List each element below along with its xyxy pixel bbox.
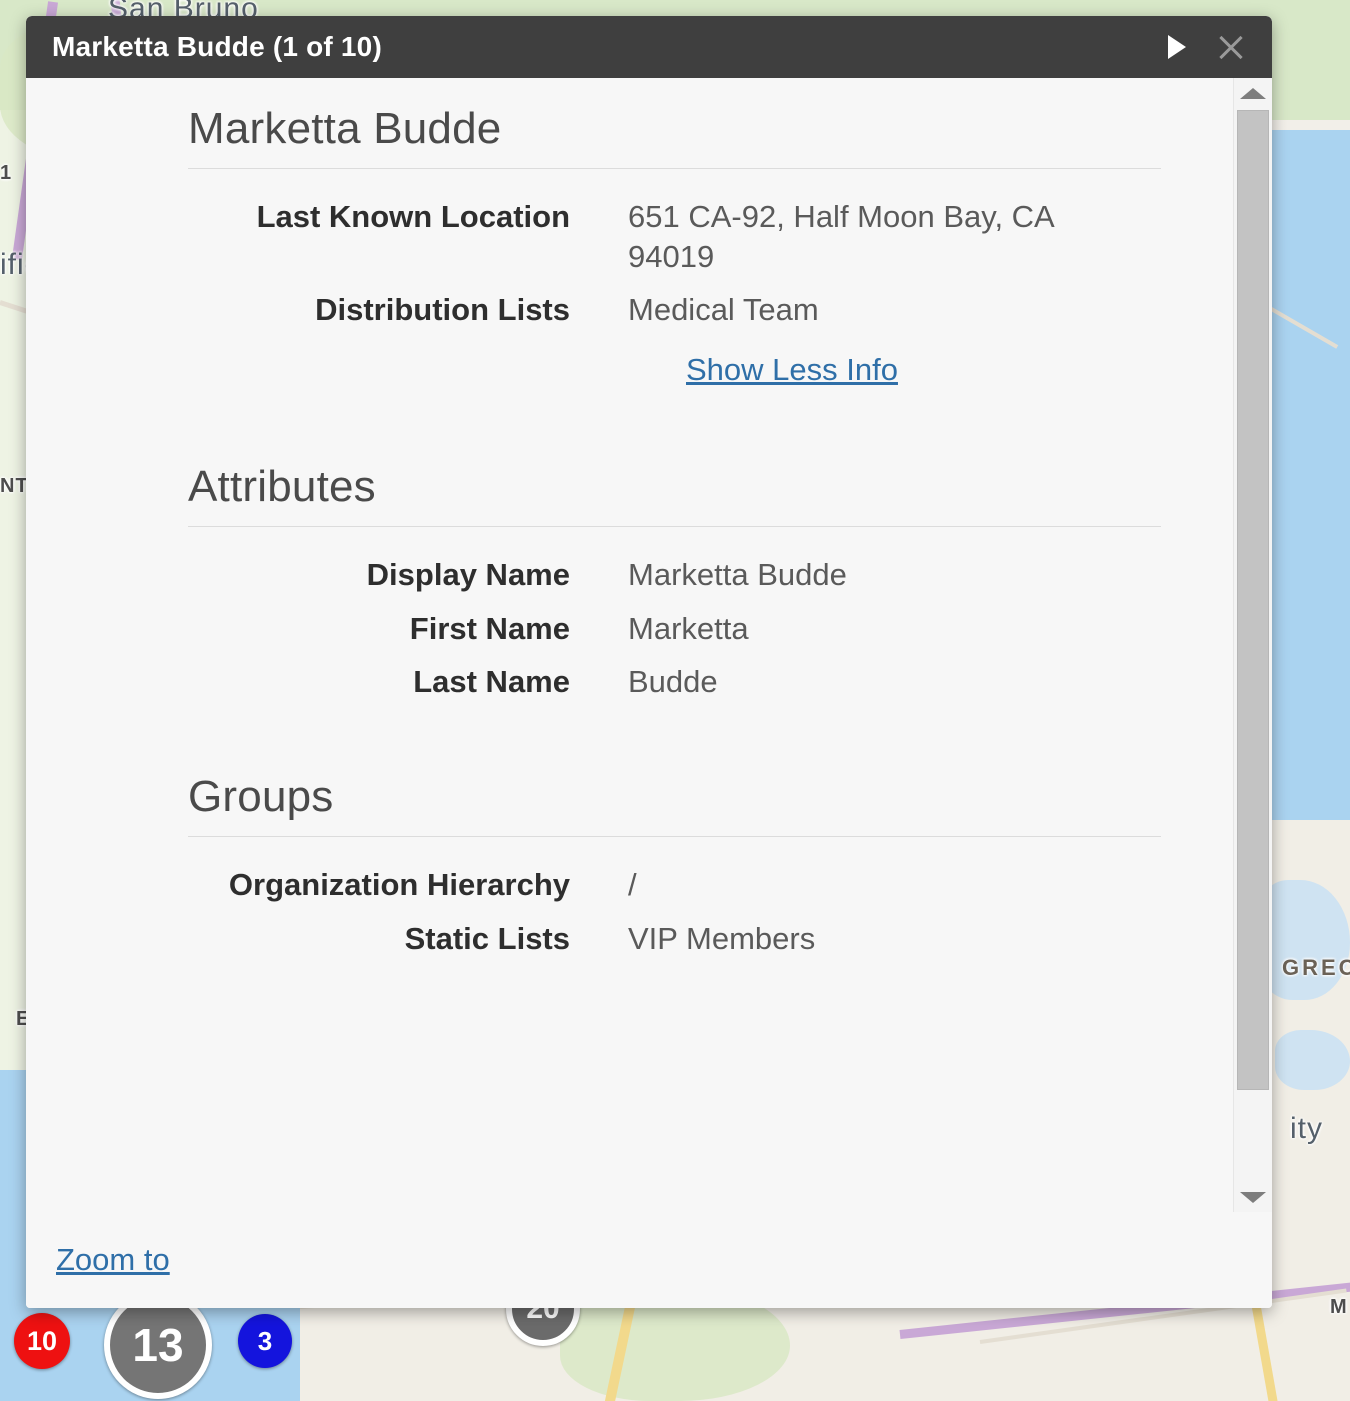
field-label-spacer xyxy=(188,352,686,388)
field-row: First Name Marketta xyxy=(188,609,1197,649)
feature-popup: Marketta Budde (1 of 10) Marketta Budde … xyxy=(26,16,1272,1308)
scrollbar-thumb[interactable] xyxy=(1237,110,1269,1090)
groups-fields: Organization Hierarchy / Static Lists VI… xyxy=(188,865,1197,958)
field-value: Marketta Budde xyxy=(628,557,847,593)
close-popup-button[interactable] xyxy=(1204,20,1258,74)
popup-title: Marketta Budde (1 of 10) xyxy=(52,31,382,62)
field-value: / xyxy=(628,867,637,903)
map-label: 1 xyxy=(0,162,13,184)
zoom-to-link[interactable]: Zoom to xyxy=(56,1242,170,1278)
field-row: Display Name Marketta Budde xyxy=(188,555,1197,595)
field-label: First Name xyxy=(409,610,570,646)
groups-divider xyxy=(188,836,1161,838)
scroll-down-arrow-icon[interactable] xyxy=(1234,1182,1272,1212)
popup-footer: Zoom to xyxy=(26,1212,1272,1308)
field-row: Last Name Budde xyxy=(188,662,1197,702)
map-label: ity xyxy=(1290,1112,1323,1145)
close-icon xyxy=(1216,32,1246,62)
play-triangle-icon xyxy=(1168,35,1186,59)
field-label: Last Known Location xyxy=(256,199,570,234)
field-value: Marketta xyxy=(628,610,749,646)
popup-scrollbar[interactable] xyxy=(1233,78,1272,1212)
field-value: Medical Team xyxy=(628,292,819,328)
field-label: Distribution Lists xyxy=(315,292,570,328)
popup-body: Marketta Budde Last Known Location 651 C… xyxy=(26,78,1272,1212)
field-row: Last Known Location 651 CA-92, Half Moon… xyxy=(188,197,1197,276)
scroll-up-arrow-icon[interactable] xyxy=(1234,78,1272,108)
cluster-marker-10[interactable]: 10 xyxy=(14,1313,70,1369)
popup-content: Marketta Budde Last Known Location 651 C… xyxy=(26,78,1233,958)
attributes-fields: Display Name Marketta Budde First Name M… xyxy=(188,555,1197,702)
field-label: Static Lists xyxy=(404,920,570,956)
heading-divider xyxy=(188,168,1161,169)
field-row: Distribution Lists Medical Team xyxy=(188,290,1197,330)
summary-fields: Last Known Location 651 CA-92, Half Moon… xyxy=(188,197,1197,388)
map-label: M xyxy=(1330,1296,1348,1318)
field-value: VIP Members xyxy=(628,920,816,956)
map-label: NT xyxy=(0,475,29,497)
screen: San BrunoFARM HILLSGRECity1ificNTEM 1013… xyxy=(0,0,1350,1401)
map-label: GREC xyxy=(1282,955,1350,980)
field-value: 651 CA-92, Half Moon Bay, CA 94019 xyxy=(628,199,1054,274)
map-water-inlet-2 xyxy=(1275,1030,1350,1090)
popup-titlebar: Marketta Budde (1 of 10) xyxy=(26,16,1272,78)
show-less-info-row: Show Less Info xyxy=(188,352,1197,388)
field-label: Organization Hierarchy xyxy=(228,867,570,903)
next-feature-button[interactable] xyxy=(1150,20,1204,74)
attributes-divider xyxy=(188,526,1161,528)
field-value: Budde xyxy=(628,664,718,700)
groups-heading: Groups xyxy=(188,772,334,822)
field-row: Organization Hierarchy / xyxy=(188,865,1197,905)
cluster-marker-3[interactable]: 3 xyxy=(238,1314,292,1368)
popup-scroll-area: Marketta Budde Last Known Location 651 C… xyxy=(26,78,1233,1212)
scrollbar-track[interactable] xyxy=(1234,108,1272,1182)
field-label: Display Name xyxy=(366,557,570,593)
show-less-info-link[interactable]: Show Less Info xyxy=(686,352,898,388)
field-label: Last Name xyxy=(413,664,570,700)
field-row: Static Lists VIP Members xyxy=(188,919,1197,959)
feature-heading: Marketta Budde xyxy=(188,104,502,153)
attributes-heading: Attributes xyxy=(188,462,376,512)
